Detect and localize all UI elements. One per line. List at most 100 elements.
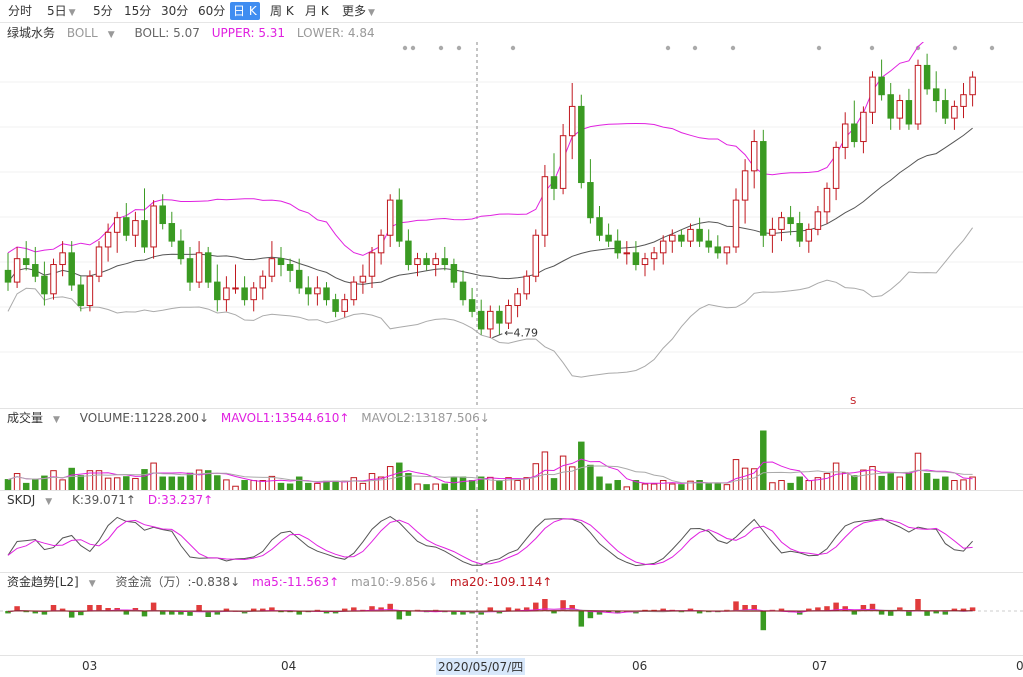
event-dot [410, 45, 416, 51]
volume-chart [4, 427, 976, 491]
x-tick: 07 [812, 659, 828, 673]
volume-bar [295, 476, 303, 491]
candlestick-chart[interactable]: ←4.79 S [0, 42, 1023, 408]
candle [377, 229, 385, 265]
tab-more[interactable]: 更多 ▼ [339, 2, 378, 20]
candle [323, 282, 330, 306]
x-axis: 03 04 2020/05/07/四 06 07 0 [0, 655, 1023, 677]
candle [332, 293, 339, 318]
flow-value: 资金流（万）:-0.838↓ [115, 575, 241, 589]
candle [696, 217, 703, 247]
volume-bar [168, 476, 176, 491]
fund-name[interactable]: 资金趋势[L2] ▼ [7, 575, 104, 589]
candle [386, 194, 394, 247]
candle [204, 246, 212, 288]
volume-bar [923, 473, 931, 491]
tab-monthly-k[interactable]: 月 K [302, 2, 332, 20]
candle [95, 241, 103, 283]
volume-bar [214, 475, 221, 491]
candle [68, 241, 75, 291]
signal-marker: S [850, 396, 856, 407]
volume-bar [186, 472, 194, 491]
candle [732, 188, 740, 253]
candle [659, 235, 667, 265]
candle [805, 223, 813, 253]
candle [514, 287, 521, 318]
tab-30min[interactable]: 30分 [158, 2, 191, 20]
tab-60min[interactable]: 60分 [195, 2, 228, 20]
volume-bar [760, 430, 767, 491]
min-annotation-label: ←4.79 [504, 327, 538, 340]
candle [951, 100, 958, 130]
candle [459, 270, 467, 306]
volume-bar [942, 476, 949, 491]
candle [578, 94, 585, 189]
chevron-down-icon: ▼ [68, 8, 76, 18]
volume-bar [177, 476, 185, 491]
candle [50, 258, 57, 300]
period-toolbar: 分时 5日 ▼ 5分 15分 30分 60分 日 K 周 K 月 K 更多 ▼ [0, 0, 1023, 23]
tab-daily-k[interactable]: 日 K [230, 2, 260, 20]
candle [232, 264, 239, 294]
tab-weekly-k[interactable]: 周 K [267, 2, 297, 20]
event-dot [456, 45, 462, 51]
tab-intraday[interactable]: 分时 [5, 2, 35, 20]
indicator-select[interactable]: BOLL ▼ [67, 26, 123, 40]
flow-bar [906, 611, 912, 616]
event-dot [816, 45, 822, 51]
flow-bar [487, 607, 494, 611]
volume-bar [268, 475, 276, 491]
volume-bar [969, 476, 976, 491]
candle [487, 305, 494, 338]
candle [141, 188, 148, 253]
candle [960, 82, 967, 119]
candle [559, 123, 567, 195]
event-dot [869, 45, 875, 51]
volume-bar [123, 476, 130, 491]
candle [123, 203, 130, 242]
volume-bar [95, 470, 103, 491]
volume-bar [823, 473, 831, 491]
volume-bar [368, 473, 376, 491]
flow-bar [50, 605, 57, 611]
candle [605, 223, 612, 247]
candle [86, 270, 94, 312]
candle [505, 299, 512, 329]
flow-bar [96, 605, 102, 611]
volume-bar [559, 455, 567, 491]
candle [778, 211, 785, 242]
skdj-chart [7, 509, 973, 572]
mavol2-value: MAVOL2:13187.506↓ [361, 411, 490, 425]
volume-bar [905, 473, 913, 491]
flow-bar [578, 611, 585, 627]
ma10-value: ma10:-9.856↓ [350, 575, 439, 589]
volume-bar [878, 475, 885, 491]
volume-bar [851, 475, 858, 491]
candle [923, 53, 931, 95]
event-dot [692, 45, 698, 51]
tab-15min[interactable]: 15分 [121, 2, 154, 20]
tab-5day[interactable]: 5日 ▼ [44, 2, 79, 20]
volume-name[interactable]: 成交量 ▼ [7, 411, 68, 425]
candle [614, 229, 621, 259]
main-indicator-row: 绿城水务 BOLL ▼ BOLL: 5.07 UPPER: 5.31 LOWER:… [7, 24, 383, 42]
candle [223, 276, 230, 312]
candle [259, 270, 267, 300]
candle [214, 264, 221, 312]
volume-bar [750, 468, 758, 491]
boll-value: BOLL: 5.07 [134, 26, 200, 40]
volume-bar [841, 472, 849, 491]
lower-value: LOWER: 4.84 [296, 26, 375, 40]
d-value: D:33.237↑ [147, 493, 214, 507]
event-dot [952, 45, 958, 51]
tab-5min[interactable]: 5分 [90, 2, 116, 20]
skdj-name[interactable]: SKDJ ▼ [7, 493, 60, 507]
candle [541, 164, 549, 247]
flow-bar [851, 611, 858, 615]
candle [523, 270, 530, 300]
skdj-indicator-row: SKDJ ▼ K:39.071↑ D:33.237↑ [7, 491, 221, 509]
candle [477, 299, 485, 335]
volume-bar [50, 470, 57, 491]
candle [714, 235, 722, 259]
boll-lower-line [7, 227, 974, 378]
